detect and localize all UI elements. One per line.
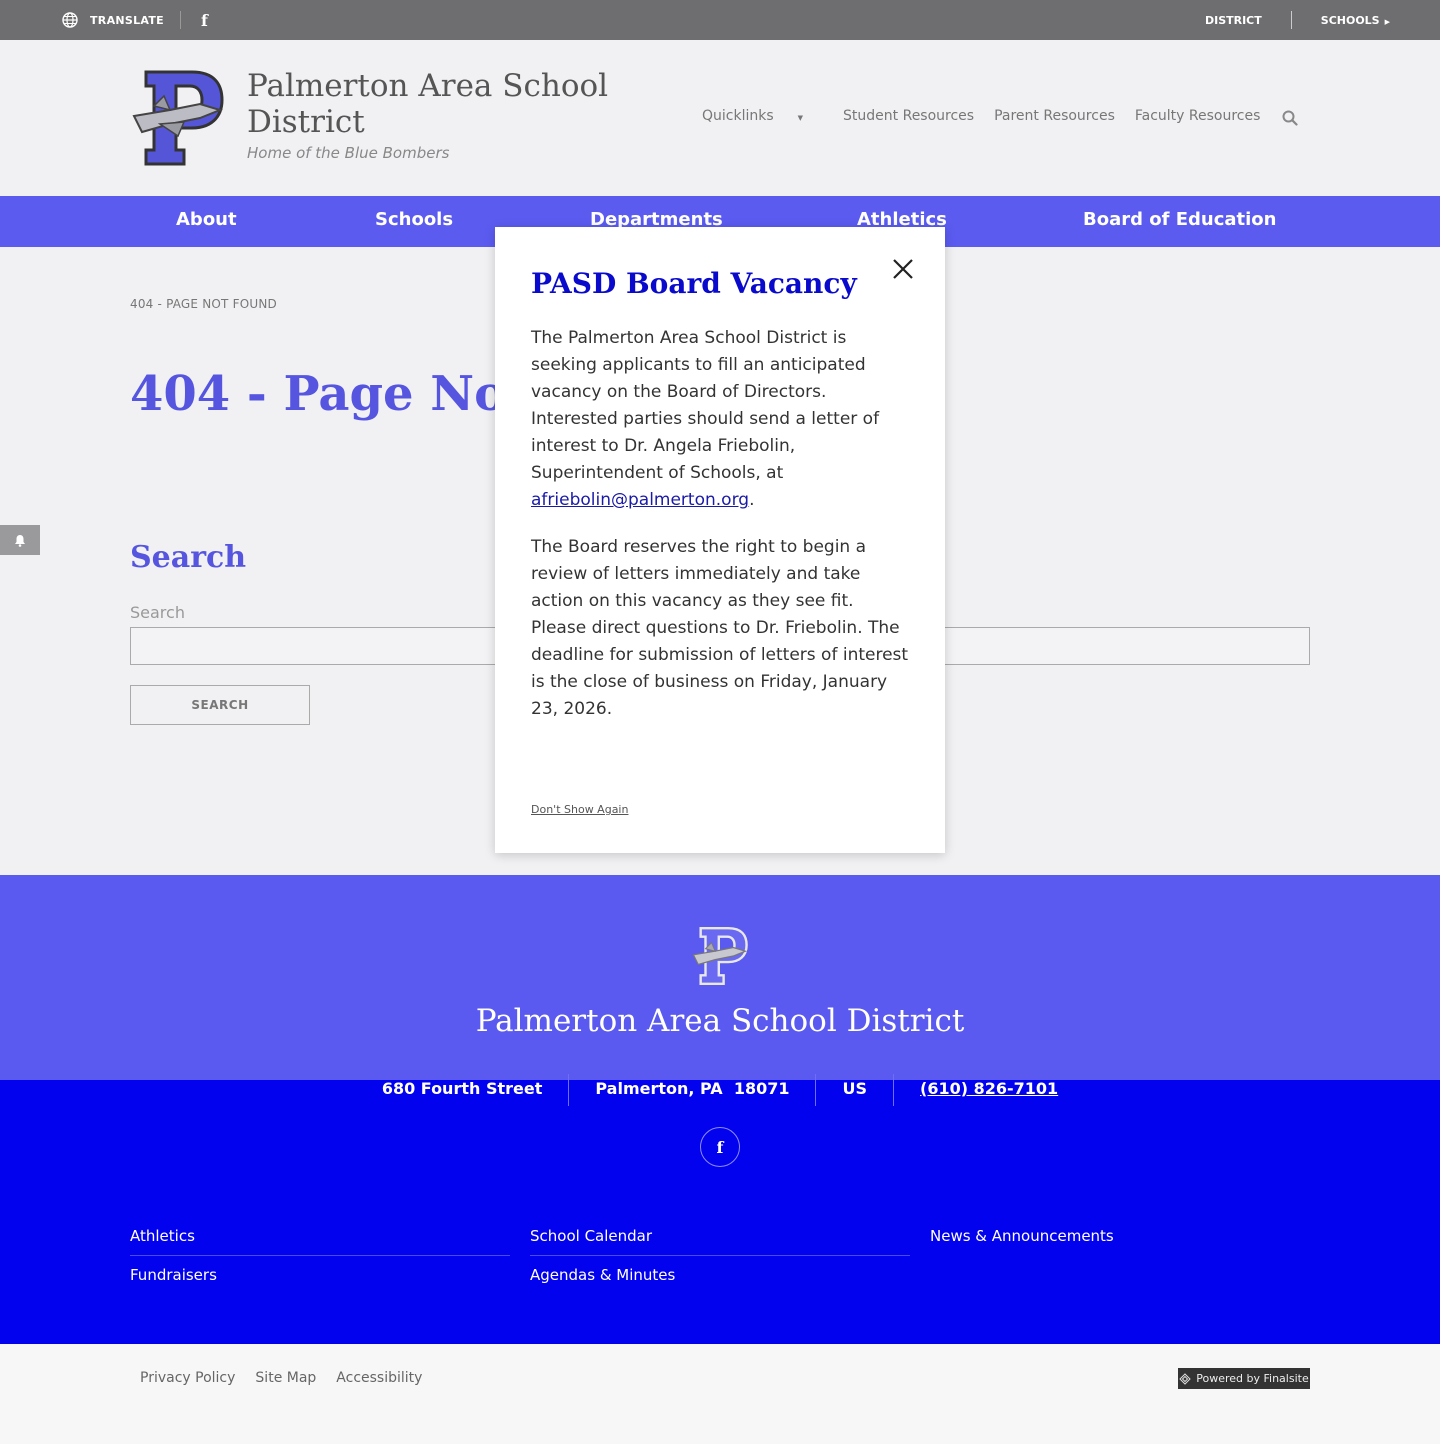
quicklinks-label: Quicklinks	[702, 108, 774, 124]
schools-menu[interactable]: SCHOOLS ▶	[1321, 14, 1390, 27]
search-label: Search	[130, 603, 185, 622]
footer-legal: Privacy Policy Site Map Accessibility Po…	[0, 1344, 1440, 1444]
nav-board-of-education[interactable]: Board of Education	[1083, 209, 1277, 230]
site-title[interactable]: Palmerton Area School District	[247, 68, 627, 140]
dont-show-again-link[interactable]: Don't Show Again	[531, 803, 628, 816]
district-logo[interactable]	[130, 70, 226, 166]
privacy-policy-link[interactable]: Privacy Policy	[140, 1370, 235, 1386]
breadcrumb: 404 - PAGE NOT FOUND	[130, 297, 277, 311]
schools-label: SCHOOLS	[1320, 13, 1380, 27]
modal-paragraph: The Palmerton Area School District is se…	[531, 325, 909, 514]
footer-link-school-calendar[interactable]: School Calendar	[530, 1227, 652, 1245]
utility-divider	[1290, 11, 1292, 29]
modal-paragraph: The Board reserves the right to begin a …	[531, 537, 909, 719]
search-button[interactable]: SEARCH	[130, 685, 310, 725]
search-heading: Search	[130, 540, 247, 575]
footer-main: 680 Fourth Street Palmerton, PA 18071 US…	[0, 1074, 1440, 1344]
phone-link[interactable]: (610) 826-7101	[894, 1080, 1084, 1098]
footer-logo[interactable]	[691, 927, 749, 985]
caret-right-icon: ▶	[1384, 17, 1390, 26]
facebook-icon[interactable]: f	[700, 1127, 740, 1167]
translate-label: TRANSLATE	[90, 13, 165, 27]
modal-title: PASD Board Vacancy	[531, 267, 857, 300]
globe-icon	[62, 12, 78, 28]
legal-links: Privacy Policy Site Map Accessibility	[140, 1370, 442, 1386]
footer-link-athletics[interactable]: Athletics	[130, 1227, 195, 1245]
nav-schools[interactable]: Schools	[375, 209, 453, 230]
utility-right: DISTRICT SCHOOLS ▶	[1205, 0, 1390, 40]
close-icon[interactable]	[891, 257, 915, 281]
utility-divider	[180, 11, 182, 29]
utility-left: TRANSLATE f	[62, 0, 208, 40]
nav-about[interactable]: About	[176, 209, 237, 230]
footer-district-name: Palmerton Area School District	[475, 1003, 965, 1039]
board-vacancy-modal: PASD Board Vacancy The Palmerton Area Sc…	[495, 227, 945, 853]
site-map-link[interactable]: Site Map	[255, 1370, 316, 1386]
address-street: 680 Fourth Street	[381, 1079, 543, 1098]
address-city: Palmerton, PA 18071	[595, 1079, 790, 1098]
footer-address: 680 Fourth Street Palmerton, PA 18071 US…	[0, 1074, 1440, 1106]
powered-by-finalsite[interactable]: Powered by Finalsite	[1178, 1368, 1310, 1389]
notifications-tab[interactable]	[0, 525, 40, 555]
site-header: Palmerton Area School District Home of t…	[0, 40, 1440, 196]
utility-bar: TRANSLATE f DISTRICT SCHOOLS ▶	[0, 0, 1440, 40]
header-nav: Quicklinks ▼ Student Resources Parent Res…	[702, 108, 1280, 124]
modal-text: .	[749, 490, 755, 510]
modal-body: The Palmerton Area School District is se…	[531, 325, 909, 743]
footer-brand: Palmerton Area School District	[0, 875, 1440, 1080]
student-resources-link[interactable]: Student Resources	[843, 108, 974, 124]
footer-link-agendas[interactable]: Agendas & Minutes	[530, 1266, 675, 1284]
caret-down-icon: ▼	[797, 114, 804, 122]
footer-link-divider	[130, 1255, 510, 1256]
quicklinks-menu[interactable]: Quicklinks ▼	[702, 108, 823, 124]
translate-button[interactable]: TRANSLATE	[62, 12, 164, 28]
footer-link-news[interactable]: News & Announcements	[930, 1227, 1114, 1245]
finalsite-icon	[1179, 1372, 1191, 1385]
footer-link-divider	[530, 1255, 910, 1256]
footer-link-fundraisers[interactable]: Fundraisers	[130, 1266, 217, 1284]
district-link[interactable]: DISTRICT	[1205, 14, 1262, 27]
accessibility-link[interactable]: Accessibility	[336, 1370, 422, 1386]
faculty-resources-link[interactable]: Faculty Resources	[1135, 108, 1261, 124]
bell-icon	[15, 534, 25, 547]
email-link[interactable]: afriebolin@palmerton.org	[531, 490, 749, 510]
powered-label: Powered by Finalsite	[1196, 1372, 1309, 1385]
address-country: US	[842, 1079, 867, 1098]
search-icon[interactable]	[1282, 110, 1298, 126]
facebook-icon[interactable]: f	[201, 11, 208, 30]
parent-resources-link[interactable]: Parent Resources	[994, 108, 1115, 124]
site-tagline: Home of the Blue Bombers	[247, 144, 450, 162]
modal-text: The Palmerton Area School District is se…	[531, 328, 880, 483]
